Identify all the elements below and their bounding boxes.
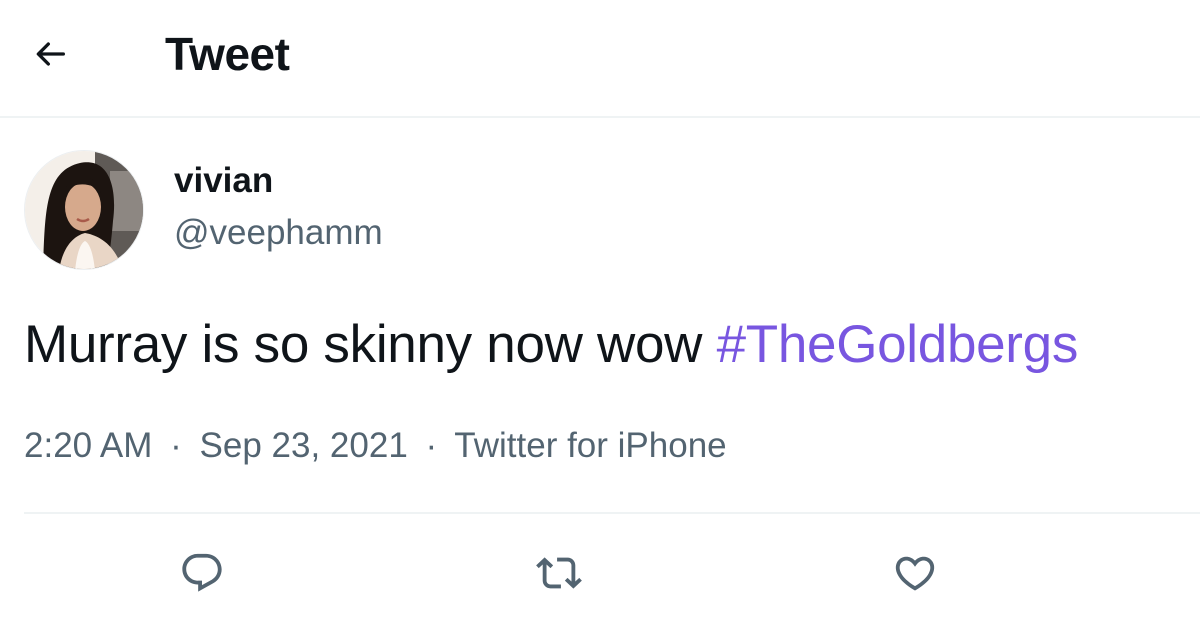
- tweet-meta: 2:20 AM · Sep 23, 2021 · Twitter for iPh…: [24, 424, 727, 468]
- tweet-page: Tweet vivian @veephamm Murray is so skin…: [0, 0, 1200, 628]
- like-button[interactable]: [890, 548, 940, 598]
- reply-button[interactable]: [177, 548, 227, 598]
- separator: ·: [425, 426, 438, 465]
- page-title: Tweet: [165, 28, 290, 80]
- avatar-image: [25, 151, 143, 269]
- separator: ·: [170, 426, 182, 465]
- retweet-icon: [536, 557, 582, 589]
- actions-divider: [24, 512, 1200, 514]
- tweet-text: Murray is so skinny now wow #TheGoldberg…: [24, 312, 1078, 378]
- arrow-left-icon: [36, 42, 65, 66]
- author-name[interactable]: vivian: [174, 160, 273, 202]
- tweet-body: Murray is so skinny now wow: [24, 315, 717, 374]
- tweet-source[interactable]: Twitter for iPhone: [454, 426, 726, 465]
- back-button[interactable]: [26, 32, 74, 76]
- reply-icon: [182, 553, 222, 592]
- retweet-button[interactable]: [534, 548, 584, 598]
- heart-icon: [895, 556, 935, 591]
- header-divider: [0, 116, 1200, 118]
- author-handle[interactable]: @veephamm: [174, 212, 383, 254]
- tweet-time[interactable]: 2:20 AM: [24, 426, 152, 465]
- hashtag-link[interactable]: #TheGoldbergs: [717, 315, 1079, 374]
- header: Tweet: [0, 0, 1200, 112]
- avatar[interactable]: [24, 150, 144, 270]
- tweet-date[interactable]: Sep 23, 2021: [200, 426, 408, 465]
